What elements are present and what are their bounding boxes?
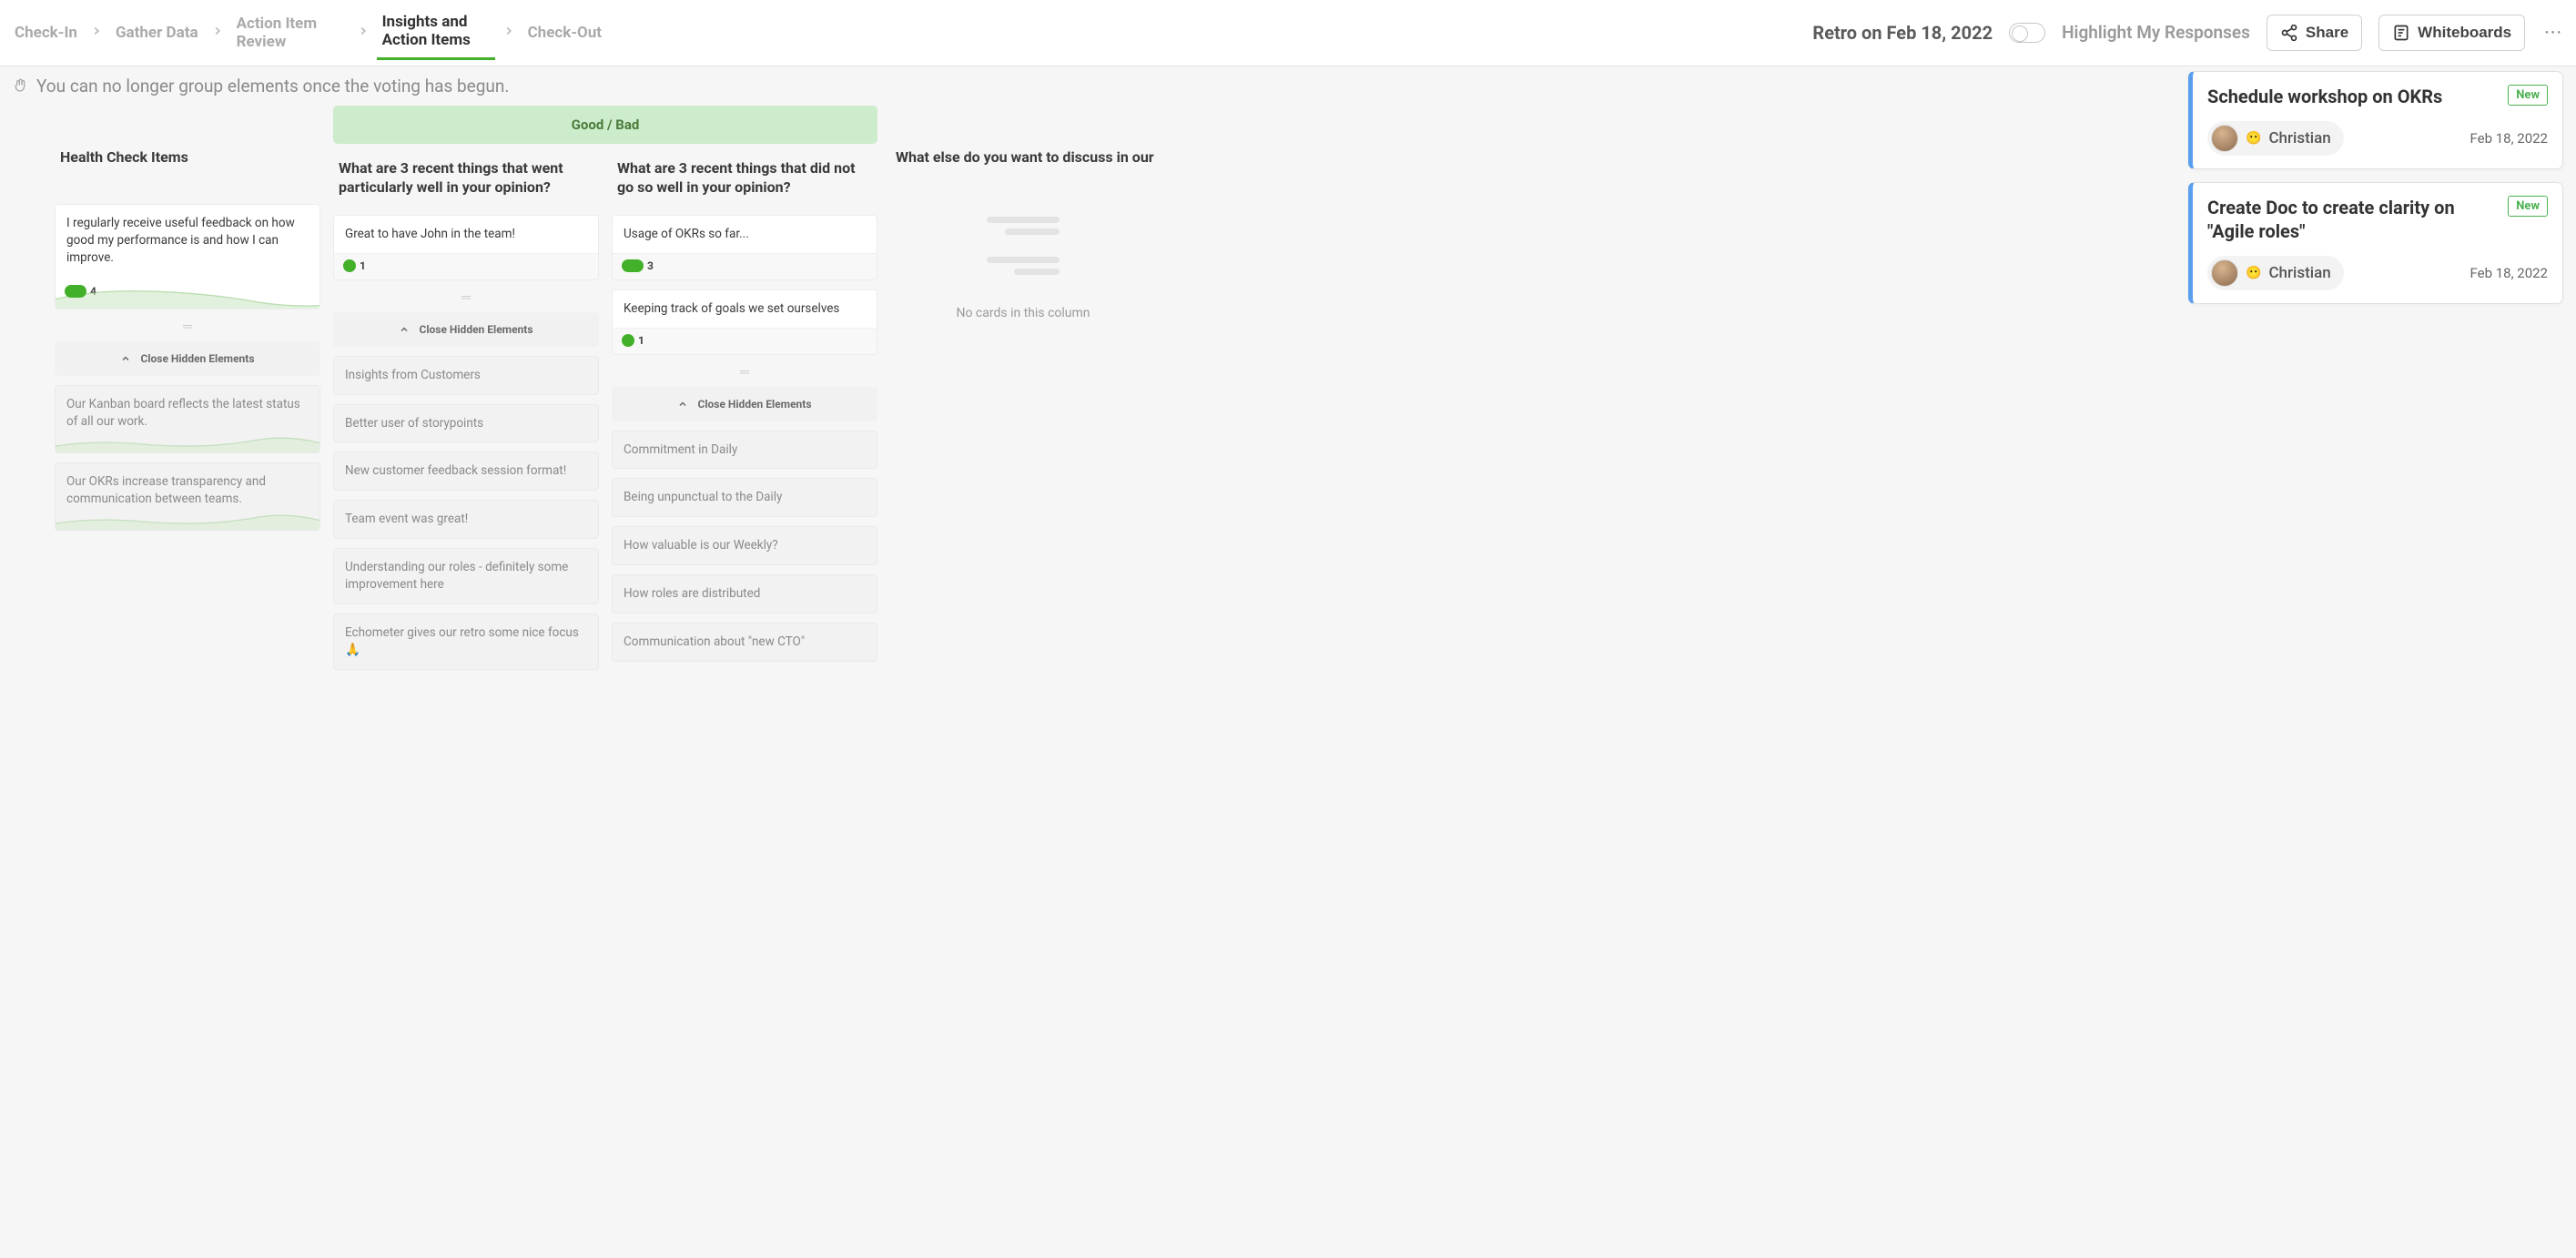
card-text: Usage of OKRs so far... [613, 216, 877, 253]
notice-text: You can no longer group elements once th… [36, 76, 509, 96]
close-hidden-button[interactable]: Close Hidden Elements [333, 312, 599, 347]
vote-dot-icon [343, 259, 356, 272]
stepper: Check-In Gather Data Action Item Review … [9, 5, 607, 60]
vote-dots-icon [65, 285, 86, 298]
action-title: Schedule workshop on OKRs [2207, 85, 2442, 108]
chevron-right-icon [208, 25, 228, 41]
assignee-name: Christian [2268, 129, 2330, 147]
avatar [2211, 259, 2238, 287]
hidden-card[interactable]: Being unpunctual to the Daily [612, 478, 877, 517]
chevron-right-icon [353, 25, 373, 41]
column-title: What are 3 recent things that did not go… [612, 158, 877, 202]
drag-handle-icon[interactable]: ═ [55, 319, 320, 334]
close-hidden-label: Close Hidden Elements [697, 398, 811, 411]
sparkline-icon [56, 506, 319, 530]
highlight-toggle[interactable] [2009, 23, 2045, 43]
assignee-name: Christian [2268, 264, 2330, 282]
card[interactable]: Keeping track of goals we set ourselves … [612, 289, 877, 355]
empty-placeholder-icon [987, 257, 1060, 288]
close-hidden-button[interactable]: Close Hidden Elements [55, 341, 320, 376]
vote-dots-icon [622, 259, 644, 272]
card[interactable]: Great to have John in the team! 1 [333, 215, 599, 280]
hidden-card[interactable]: Insights from Customers [333, 356, 599, 395]
card-text: Keeping track of goals we set ourselves [613, 290, 877, 328]
good-bad-header: Good / Bad [333, 106, 877, 144]
card[interactable]: I regularly receive useful feedback on h… [55, 204, 320, 310]
step-gather-data[interactable]: Gather Data [110, 16, 204, 49]
step-action-review[interactable]: Action Item Review [231, 7, 350, 59]
whiteboard-icon [2392, 24, 2410, 42]
card-text: Great to have John in the team! [334, 216, 598, 253]
column-else: What else do you want to discuss in our … [890, 106, 1156, 320]
drag-handle-icon[interactable]: ═ [612, 364, 877, 380]
step-check-in[interactable]: Check-In [9, 16, 83, 49]
card[interactable]: Usage of OKRs so far... 3 [612, 215, 877, 280]
close-hidden-label: Close Hidden Elements [140, 352, 254, 365]
drag-handle-icon[interactable]: ═ [333, 289, 599, 305]
sparkline-icon [56, 429, 319, 452]
column-title: Health Check Items [55, 147, 320, 191]
action-date: Feb 18, 2022 [2470, 130, 2549, 147]
step-insights[interactable]: Insights and Action Items [377, 5, 495, 60]
more-menu-icon[interactable]: ●●● [2541, 22, 2567, 43]
chevron-up-icon [120, 353, 131, 364]
column-health: Health Check Items I regularly receive u… [55, 106, 320, 540]
avatar [2211, 125, 2238, 152]
hidden-card[interactable]: Our Kanban board reflects the latest sta… [55, 385, 320, 453]
share-button[interactable]: Share [2267, 15, 2362, 51]
hidden-card[interactable]: Communication about "new CTO" [612, 623, 877, 662]
whiteboards-button-label: Whiteboards [2418, 24, 2511, 42]
vote-count: 3 [647, 259, 654, 272]
column-good: What are 3 recent things that went parti… [333, 158, 599, 679]
assignee-chip[interactable]: 😶 Christian [2207, 121, 2344, 156]
chevron-right-icon [86, 25, 106, 41]
hand-stop-icon [13, 76, 27, 95]
close-hidden-label: Close Hidden Elements [419, 323, 532, 336]
vote-count: 1 [638, 334, 644, 347]
close-hidden-button[interactable]: Close Hidden Elements [612, 387, 877, 421]
hidden-card[interactable]: Understanding our roles - definitely som… [333, 548, 599, 604]
empty-text: No cards in this column [890, 306, 1156, 320]
hidden-card[interactable]: How valuable is our Weekly? [612, 526, 877, 565]
action-card[interactable]: Schedule workshop on OKRs New 😶 Christia… [2188, 71, 2563, 169]
column-bad: What are 3 recent things that did not go… [612, 158, 877, 679]
action-title: Create Doc to create clarity on "Agile r… [2207, 196, 2497, 243]
hidden-card[interactable]: Better user of storypoints [333, 404, 599, 443]
empty-placeholder-icon [987, 217, 1060, 248]
whiteboards-button[interactable]: Whiteboards [2378, 15, 2525, 51]
vote-count: 1 [360, 259, 366, 272]
hidden-card[interactable]: Our OKRs increase transparency and commu… [55, 462, 320, 531]
chevron-right-icon [499, 25, 519, 41]
new-badge: New [2508, 85, 2548, 106]
face-icon: 😶 [2246, 266, 2261, 280]
highlight-toggle-label: Highlight My Responses [2062, 22, 2250, 43]
hidden-card[interactable]: Team event was great! [333, 500, 599, 539]
retro-title: Retro on Feb 18, 2022 [1812, 22, 1993, 44]
hidden-card[interactable]: How roles are distributed [612, 574, 877, 614]
face-icon: 😶 [2246, 131, 2261, 146]
chevron-up-icon [399, 324, 410, 335]
step-check-out[interactable]: Check-Out [522, 16, 607, 49]
hidden-card[interactable]: New customer feedback session format! [333, 451, 599, 491]
vote-dot-icon [622, 334, 634, 347]
card-text: I regularly receive useful feedback on h… [56, 205, 319, 277]
column-title: What are 3 recent things that went parti… [333, 158, 599, 202]
sparkline-icon [56, 285, 319, 309]
share-button-label: Share [2306, 24, 2348, 42]
hidden-card[interactable]: Echometer gives our retro some nice focu… [333, 614, 599, 670]
action-card[interactable]: Create Doc to create clarity on "Agile r… [2188, 182, 2563, 304]
column-title: What else do you want to discuss in our … [890, 147, 1156, 191]
new-badge: New [2508, 196, 2548, 217]
share-icon [2280, 24, 2298, 42]
action-date: Feb 18, 2022 [2470, 265, 2549, 281]
hidden-card[interactable]: Commitment in Daily [612, 431, 877, 470]
chevron-up-icon [677, 399, 688, 410]
action-items-panel: Schedule workshop on OKRs New 😶 Christia… [2188, 71, 2563, 304]
assignee-chip[interactable]: 😶 Christian [2207, 256, 2344, 290]
